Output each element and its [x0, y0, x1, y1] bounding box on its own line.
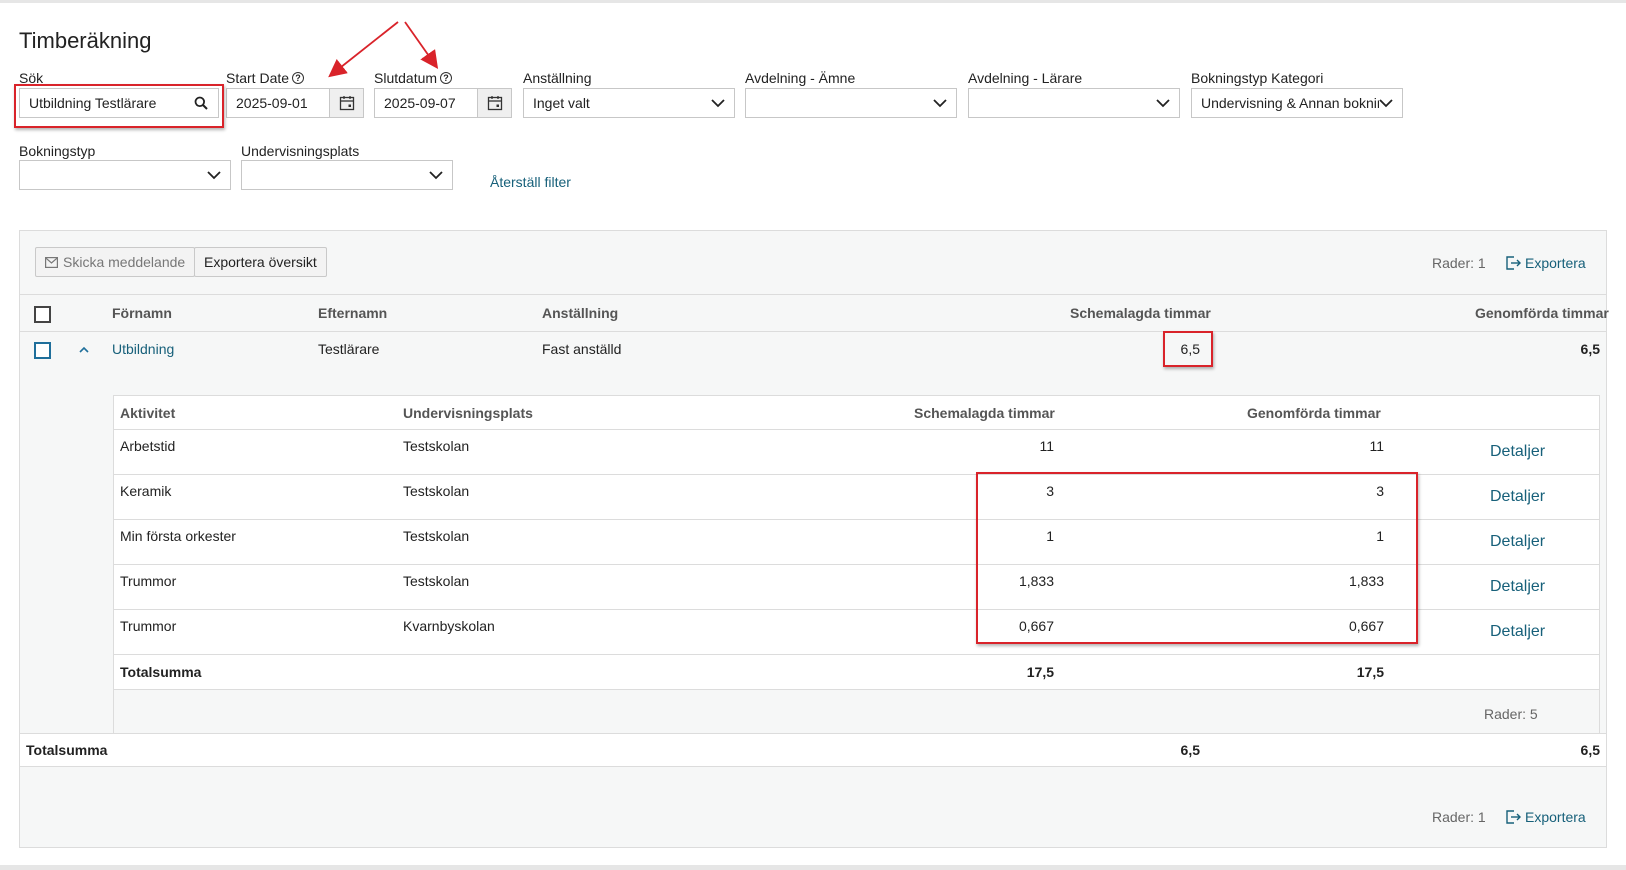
page-title: Timberäkning: [19, 28, 152, 53]
last-name-cell: Testlärare: [318, 341, 380, 357]
chevron-down-icon: [1156, 99, 1170, 108]
header-completed[interactable]: Genomförda timmar: [1475, 305, 1609, 321]
dept-subject-select[interactable]: [745, 88, 957, 118]
select-all-checkbox[interactable]: [34, 306, 51, 323]
total-completed: 6,5: [1580, 742, 1600, 758]
start-date-label: Start Date?: [226, 70, 305, 86]
export-overview-button[interactable]: Exportera översikt: [194, 247, 327, 277]
highlight-box: [14, 84, 224, 128]
activity-cell: Trummor: [120, 573, 177, 589]
activity-cell: Arbetstid: [120, 438, 176, 454]
end-date-input[interactable]: 2025-09-07: [374, 88, 512, 118]
export-link[interactable]: Exportera: [1506, 809, 1586, 825]
end-date-label: Slutdatum?: [374, 70, 453, 86]
employment-cell: Fast anställd: [542, 341, 622, 357]
chevron-down-icon: [429, 171, 443, 180]
total-completed: 17,5: [1356, 664, 1384, 680]
header-place[interactable]: Undervisningsplats: [403, 405, 533, 421]
total-row: Totalsumma 6,5 6,5: [20, 733, 1606, 767]
activity-cell: Min första orkester: [120, 528, 236, 544]
reset-filter-link[interactable]: Återställ filter: [490, 174, 571, 190]
chevron-down-icon: [1379, 99, 1393, 108]
export-icon: [1506, 810, 1521, 824]
employment-select[interactable]: Inget valt: [523, 88, 735, 118]
total-scheduled: 6,5: [1180, 742, 1200, 758]
header-employment[interactable]: Anställning: [542, 305, 618, 321]
header-scheduled[interactable]: Schemalagda timmar: [914, 405, 1055, 421]
details-link[interactable]: Detaljer: [1490, 533, 1545, 551]
place-cell: Testskolan: [403, 528, 470, 544]
chevron-down-icon: [207, 171, 221, 180]
place-cell: Testskolan: [403, 573, 470, 589]
booking-category-select[interactable]: Undervisning & Annan bokning: [1191, 88, 1403, 118]
first-name-link[interactable]: Utbildning: [112, 341, 174, 357]
export-link[interactable]: Exportera: [1506, 255, 1586, 271]
chevron-down-icon: [933, 99, 947, 108]
help-icon[interactable]: ?: [292, 72, 305, 84]
header-scheduled[interactable]: Schemalagda timmar: [1070, 305, 1211, 321]
table-row: Utbildning Testlärare Fast anställd 6,5 …: [20, 333, 1606, 367]
details-link[interactable]: Detaljer: [1490, 623, 1545, 641]
chevron-down-icon: [711, 99, 725, 108]
completed-cell: 11: [1369, 438, 1384, 454]
teaching-place-label: Undervisningsplats: [241, 143, 360, 159]
booking-type-select[interactable]: [19, 160, 231, 190]
dept-teacher-select[interactable]: [968, 88, 1180, 118]
calendar-icon[interactable]: [477, 89, 511, 117]
chevron-up-icon[interactable]: [78, 344, 90, 356]
bottom-border: [0, 865, 1626, 870]
highlight-box: [1163, 331, 1213, 367]
detail-header: Aktivitet Undervisningsplats Schemalagda…: [114, 396, 1599, 430]
table-header: Förnamn Efternamn Anställning Schemalagd…: [20, 294, 1609, 332]
header-activity[interactable]: Aktivitet: [120, 405, 175, 421]
details-link[interactable]: Detaljer: [1490, 488, 1545, 506]
start-date-input[interactable]: 2025-09-01: [226, 88, 364, 118]
total-label: Totalsumma: [26, 742, 108, 758]
total-label: Totalsumma: [120, 664, 202, 680]
place-cell: Testskolan: [403, 438, 470, 454]
highlight-box: [976, 472, 1418, 644]
top-border: [0, 0, 1626, 3]
place-cell: Testskolan: [403, 483, 470, 499]
activity-cell: Keramik: [120, 483, 172, 499]
header-first-name[interactable]: Förnamn: [112, 305, 172, 321]
send-message-button[interactable]: Skicka meddelande: [35, 247, 196, 277]
calendar-icon[interactable]: [329, 89, 363, 117]
scheduled-cell: 11: [1039, 438, 1054, 454]
booking-category-label: Bokningstyp Kategori: [1191, 70, 1324, 86]
activity-cell: Trummor: [120, 618, 177, 634]
place-cell: Kvarnbyskolan: [403, 618, 495, 634]
teaching-place-select[interactable]: [241, 160, 453, 190]
row-checkbox[interactable]: [34, 342, 51, 359]
details-link[interactable]: Detaljer: [1490, 443, 1545, 461]
rows-count: Rader: 1: [1432, 809, 1486, 825]
details-link[interactable]: Detaljer: [1490, 578, 1545, 596]
export-icon: [1506, 256, 1521, 270]
rows-count: Rader: 5: [1484, 706, 1538, 722]
booking-type-label: Bokningstyp: [19, 143, 96, 159]
completed-cell: 6,5: [1580, 341, 1600, 357]
total-scheduled: 17,5: [1026, 664, 1054, 680]
detail-total-row: Totalsumma 17,5 17,5: [114, 655, 1599, 690]
rows-count: Rader: 1: [1432, 255, 1486, 271]
dept-subject-label: Avdelning - Ämne: [745, 70, 856, 86]
header-last-name[interactable]: Efternamn: [318, 305, 387, 321]
envelope-icon: [45, 256, 58, 268]
dept-teacher-label: Avdelning - Lärare: [968, 70, 1083, 86]
help-icon[interactable]: ?: [440, 72, 453, 84]
employment-label: Anställning: [523, 70, 592, 86]
detail-row: Arbetstid Testskolan 11 11 Detaljer: [114, 430, 1599, 475]
header-completed[interactable]: Genomförda timmar: [1247, 405, 1381, 421]
